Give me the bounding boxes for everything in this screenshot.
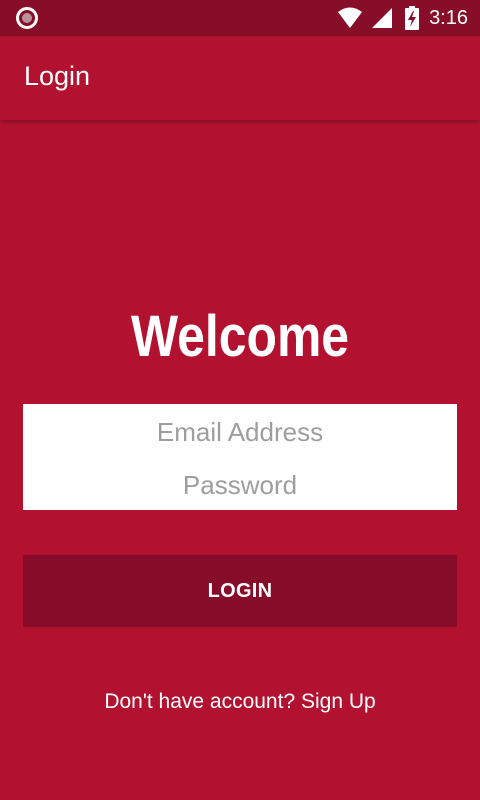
app-bar-title: Login	[24, 61, 91, 91]
app-bar: Login	[0, 36, 480, 120]
signal-icon	[372, 8, 393, 28]
wifi-icon	[338, 7, 363, 28]
status-icons: 3:16	[329, 0, 468, 36]
status-time: 3:16	[429, 6, 468, 29]
record-icon	[16, 7, 38, 29]
signup-link[interactable]: Sign Up	[301, 690, 376, 713]
battery-charging-icon	[405, 6, 420, 30]
signup-prompt: Don't have account?	[104, 690, 296, 713]
login-form	[23, 404, 457, 510]
login-button[interactable]: LOGIN	[23, 555, 457, 627]
password-field[interactable]	[23, 460, 457, 510]
welcome-heading: Welcome	[130, 304, 350, 369]
email-field[interactable]	[23, 407, 457, 457]
signup-row: Don't have account? Sign Up	[0, 690, 480, 714]
status-bar: 3:16	[0, 0, 480, 36]
